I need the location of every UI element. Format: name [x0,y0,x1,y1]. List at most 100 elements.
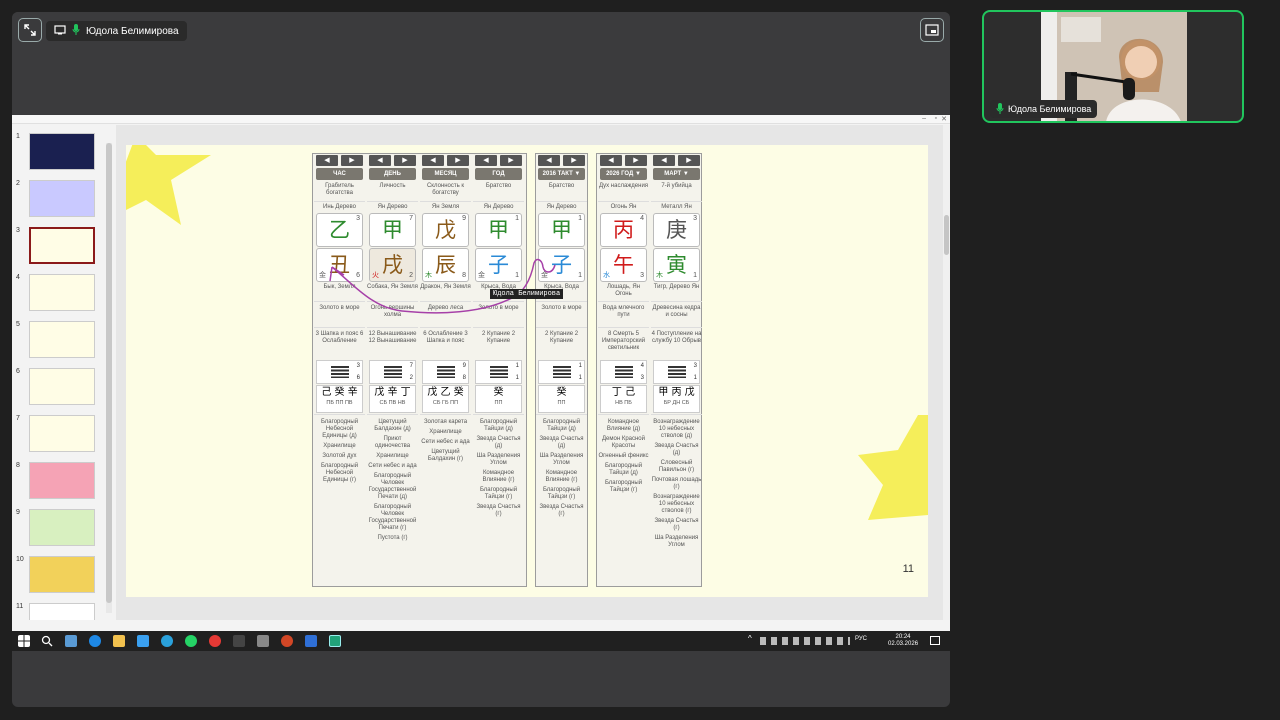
ten-god-label: Братство [548,183,575,189]
pillar-header[interactable]: ЧАС [316,168,363,180]
slide-editor: ◀ ▶ ЧАС Грабитель богатства Инь Дерево 乙 3 丑金 6 Б… [116,125,944,620]
stem-number: 1 [515,215,519,222]
fullscreen-icon[interactable] [18,18,42,42]
prev-arrow-button[interactable]: ◀ [538,155,560,166]
layout-icon[interactable] [920,18,944,42]
earthly-branch-card[interactable]: 寅木 1 [653,248,700,282]
chevron-up-icon[interactable]: ^ [748,634,752,643]
prev-arrow-button[interactable]: ◀ [422,155,444,166]
app-root: Юдола Белимирова ‒ ▫ ✕ 1 2 3 4 5 6 7 8 9 10 11 [0,0,1280,720]
slide-thumbnail[interactable] [29,462,95,499]
pillar-header[interactable]: ГОД [475,168,522,180]
hexagram-top-number: 1 [515,363,519,369]
prev-arrow-button[interactable]: ◀ [369,155,391,166]
thumbnail-scrollbar[interactable] [106,143,112,613]
hidden-stems-labels: СБ ГБ ПП [432,400,459,406]
branch-glyph: 寅 [666,253,687,277]
hidden-stems-labels: ПП [557,400,566,406]
heavenly-stem-card[interactable]: 甲1 [475,213,522,247]
notifications-icon[interactable] [930,636,940,645]
telegram-icon[interactable] [161,635,173,647]
slide-thumbnail[interactable] [29,274,95,311]
earthly-branch-card[interactable]: 午水 3 [600,248,647,282]
slide-thumbnail[interactable] [29,415,95,452]
slide-thumbnail[interactable] [29,509,95,546]
thumbnail-number: 11 [16,603,24,610]
pillar-header[interactable]: МЕСЯЦ [422,168,469,180]
stem-glyph: 甲 [551,218,572,242]
pillar-header[interactable]: 2016 ТАКТ ▼ [538,168,585,180]
pillar-nav: ◀ ▶ [651,154,702,167]
hidden-stems-labels: ПП [494,400,503,406]
app-icon[interactable] [233,635,245,647]
maximize-icon[interactable]: ▫ [935,115,937,122]
file-explorer-icon[interactable] [113,635,125,647]
prev-arrow-button[interactable]: ◀ [653,155,675,166]
heavenly-stem-card[interactable]: 甲1 [538,213,585,247]
stem-glyph: 甲 [382,218,403,242]
share-top-bar: Юдола Белимирова [12,12,950,114]
life-stage-label: 12 Вынашивание 12 Вынашивание [367,327,418,359]
next-arrow-button[interactable]: ▶ [500,155,522,166]
language-indicator[interactable]: РУС [855,636,867,642]
hidden-stems-cell: 丁 己 НВ ПБ [600,385,647,413]
element-label: Огонь Ян [598,201,649,212]
slide-thumbnail[interactable] [29,321,95,358]
participant-video-tile[interactable]: Юдола Белимирова [982,10,1244,123]
hidden-stems: 己 癸 辛 [321,387,358,398]
calendar-icon[interactable] [137,635,149,647]
powerpoint-icon[interactable] [281,635,293,647]
next-arrow-button[interactable]: ▶ [394,155,416,166]
next-arrow-button[interactable]: ▶ [563,155,585,166]
pillar-header[interactable]: ДЕНЬ [369,168,416,180]
vertical-scrollbar[interactable] [943,125,950,620]
slide-thumbnail[interactable] [29,180,95,217]
nayin-label: Вода млечного пути [598,301,649,327]
heavenly-stem-card[interactable]: 甲7 [369,213,416,247]
tray-icons[interactable] [760,637,850,645]
slide-thumbnail[interactable] [29,603,95,620]
yandex-browser-icon[interactable] [209,635,221,647]
app-icon[interactable] [305,635,317,647]
stem-glyph: 甲 [488,218,509,242]
hexagram-cell: 31 [653,360,700,384]
life-stage-label: 4 Поступление на службу 10 Обрыв [651,327,702,359]
hidden-stems-labels: ПБ ПП ПВ [326,400,353,406]
star-item: Словесный Павильон (г) [658,460,695,473]
heavenly-stem-card[interactable]: 戊9 [422,213,469,247]
whatsapp-icon[interactable] [185,635,197,647]
branch-number: 1 [693,272,697,279]
printer-icon[interactable] [257,635,269,647]
calculator-icon[interactable] [65,635,77,647]
minimize-icon[interactable]: ‒ [922,115,926,122]
clock[interactable]: 20:24 02.03.2026 [888,634,918,648]
edge-browser-icon[interactable] [89,635,101,647]
next-arrow-button[interactable]: ▶ [625,155,647,166]
branch-element-marker: 水 [603,271,610,279]
next-arrow-button[interactable]: ▶ [678,155,700,166]
search-icon[interactable] [41,635,53,647]
slide-thumbnail[interactable] [29,368,95,405]
prev-arrow-button[interactable]: ◀ [600,155,622,166]
meeting-app-icon[interactable] [329,635,341,647]
prev-arrow-button[interactable]: ◀ [316,155,338,166]
heavenly-stem-card[interactable]: 庚3 [653,213,700,247]
heavenly-stem-card[interactable]: 乙3 [316,213,363,247]
next-arrow-button[interactable]: ▶ [341,155,363,166]
slide-thumbnails: 1 2 3 4 5 6 7 8 9 10 11 [12,125,114,620]
pillar-header[interactable]: МАРТ ▼ [653,168,700,180]
hexagram-top-number: 9 [462,363,466,369]
pillar-header[interactable]: 2026 ГОД ▼ [600,168,647,180]
windows-start-icon[interactable] [18,635,30,647]
slide-thumbnail[interactable] [29,227,95,264]
slide-thumbnail[interactable] [29,556,95,593]
close-icon[interactable]: ✕ [941,115,947,123]
heavenly-stem-card[interactable]: 丙4 [600,213,647,247]
symbolic-stars: Благородный Тайцзи (д) Звезда Счастья (д)… [536,414,587,584]
next-arrow-button[interactable]: ▶ [447,155,469,166]
prev-arrow-button[interactable]: ◀ [475,155,497,166]
symbolic-stars: Командное Влияние (д) Демон Красной Красо… [598,414,649,584]
hidden-stems: 丁 己 [611,387,636,398]
star-item: Золотая карета [423,419,468,425]
slide-thumbnail[interactable] [29,133,95,170]
